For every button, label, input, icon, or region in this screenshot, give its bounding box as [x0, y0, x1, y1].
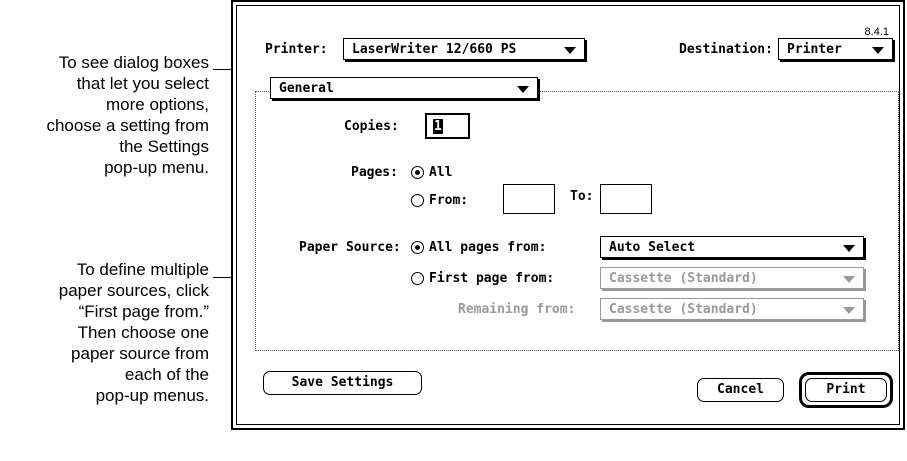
- cancel-label: Cancel: [717, 382, 764, 397]
- annotation-line: more options,: [106, 95, 209, 114]
- annotation-line: Then choose one: [77, 323, 209, 342]
- chevron-down-icon: [564, 47, 576, 54]
- first-page-popup[interactable]: Cassette (Standard): [600, 267, 864, 289]
- remaining-from-label: Remaining from:: [458, 302, 576, 317]
- settings-popup[interactable]: General: [270, 77, 538, 99]
- chevron-down-icon: [843, 245, 855, 252]
- printer-label: Printer:: [265, 42, 328, 57]
- pages-label: Pages:: [351, 165, 398, 180]
- chevron-down-icon: [872, 47, 884, 54]
- first-page-from-label[interactable]: First page from:: [429, 271, 554, 286]
- settings-annotation: To see dialog boxes that let you select …: [0, 52, 209, 178]
- pages-to-field[interactable]: [600, 184, 652, 214]
- pages-from-radio[interactable]: [411, 194, 424, 207]
- printer-popup[interactable]: LaserWriter 12/660 PS: [343, 38, 585, 60]
- chevron-down-icon: [843, 276, 855, 283]
- chevron-down-icon: [517, 86, 529, 93]
- cancel-button[interactable]: Cancel: [697, 378, 784, 402]
- annotation-line: paper sources, click: [58, 281, 209, 300]
- printer-value: LaserWriter 12/660 PS: [352, 42, 517, 57]
- save-settings-button[interactable]: Save Settings: [263, 371, 422, 395]
- all-pages-from-radio[interactable]: [411, 241, 424, 254]
- pages-from-field[interactable]: [503, 184, 555, 214]
- pages-from-label[interactable]: From:: [429, 193, 468, 208]
- annotation-line: To define multiple: [76, 260, 209, 279]
- remaining-popup[interactable]: Cassette (Standard): [600, 298, 864, 320]
- print-label: Print: [826, 382, 866, 397]
- chevron-down-icon: [843, 307, 855, 314]
- pages-all-label[interactable]: All: [429, 165, 452, 180]
- first-page-from-radio[interactable]: [411, 272, 424, 285]
- copies-value: 1: [433, 119, 443, 134]
- annotation-line: choose a setting from: [46, 116, 209, 135]
- version-label: 8.4.1: [864, 26, 889, 38]
- destination-popup[interactable]: Printer: [778, 38, 893, 60]
- all-pages-from-label[interactable]: All pages from:: [429, 240, 546, 255]
- remaining-value: Cassette (Standard): [609, 302, 758, 317]
- destination-value: Printer: [787, 42, 842, 57]
- pages-to-label: To:: [570, 189, 594, 204]
- annotation-line: To see dialog boxes: [58, 53, 209, 72]
- paper-source-annotation: To define multiple paper sources, click …: [0, 259, 209, 406]
- save-settings-label: Save Settings: [291, 375, 394, 390]
- settings-value: General: [279, 81, 334, 96]
- copies-field[interactable]: 1: [425, 113, 470, 139]
- copies-label: Copies:: [344, 119, 399, 134]
- paper-source-label: Paper Source:: [299, 240, 401, 255]
- all-pages-value: Auto Select: [609, 240, 696, 255]
- annotation-line: the Settings: [119, 137, 209, 156]
- print-dialog: 8.4.1 Printer: LaserWriter 12/660 PS Des…: [231, 0, 905, 430]
- print-button[interactable]: Print: [805, 378, 887, 402]
- destination-label: Destination:: [679, 42, 773, 57]
- all-pages-popup[interactable]: Auto Select: [600, 236, 864, 258]
- annotation-line: each of the: [124, 365, 209, 384]
- annotation-line: “First page from.”: [78, 302, 209, 321]
- first-page-value: Cassette (Standard): [609, 271, 758, 286]
- pages-all-radio[interactable]: [411, 166, 424, 179]
- annotation-line: that let you select: [76, 74, 209, 93]
- annotation-line: paper source from: [71, 344, 209, 363]
- annotation-line: pop-up menu.: [104, 158, 209, 177]
- annotation-line: pop-up menus.: [95, 386, 209, 405]
